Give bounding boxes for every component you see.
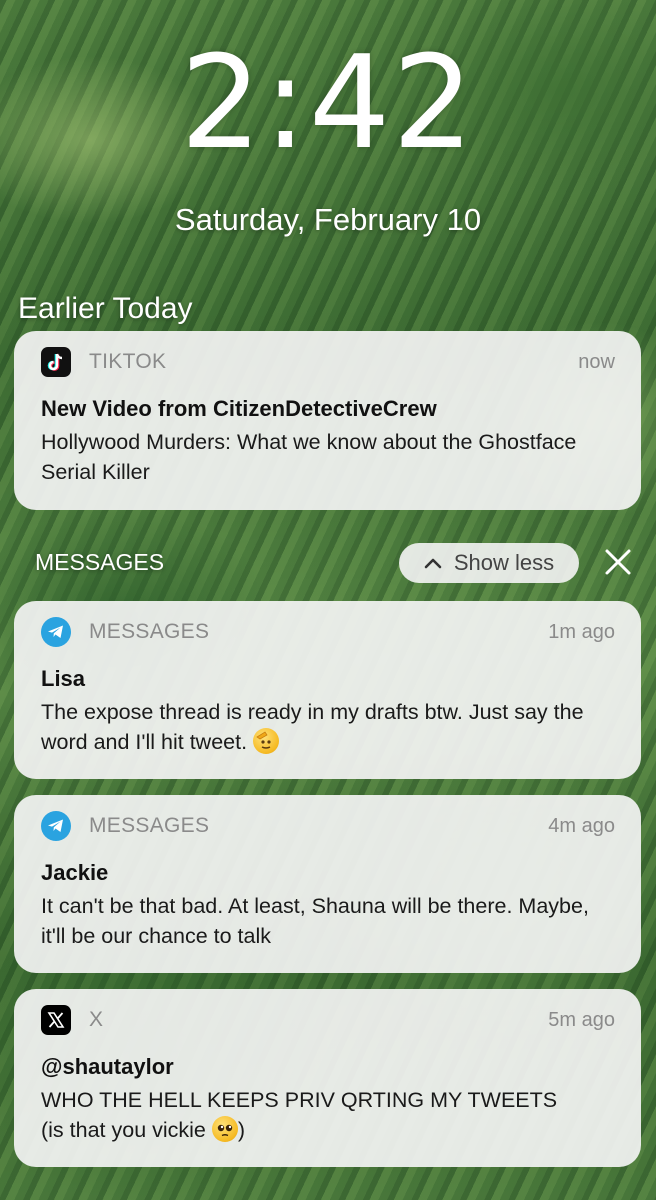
- messages-group-title: MESSAGES: [35, 549, 165, 575]
- message-notification-jackie[interactable]: MESSAGES 4m ago Jackie It can't be that …: [14, 795, 641, 973]
- app-name: MESSAGES: [89, 814, 210, 837]
- sender-name: Lisa: [41, 666, 86, 691]
- post-line-2: (is that you vickie ): [41, 1115, 615, 1145]
- app-name: MESSAGES: [89, 620, 210, 643]
- post-line-1: WHO THE HELL KEEPS PRIV QRTING MY TWEETS: [41, 1088, 558, 1112]
- telegram-icon: [41, 811, 71, 841]
- message-body: It can't be that bad. At least, Shauna w…: [41, 894, 589, 948]
- message-body: The expose thread is ready in my drafts …: [41, 697, 615, 757]
- lockscreen-clock: 2:42: [180, 29, 476, 178]
- notification-time: 5m ago: [548, 1008, 615, 1031]
- pleading-face-emoji: [211, 1116, 238, 1142]
- notification-time: now: [578, 350, 615, 373]
- notification-time: 1m ago: [548, 620, 615, 643]
- notification-body: Hollywood Murders: What we know about th…: [41, 430, 577, 484]
- tiktok-icon: [41, 347, 71, 377]
- tiktok-notification[interactable]: TIKTOK now New Video from CitizenDetecti…: [14, 331, 641, 510]
- x-handle: @shautaylor: [41, 1054, 174, 1079]
- x-logo-icon: [41, 1005, 71, 1035]
- close-icon[interactable]: [603, 547, 633, 577]
- message-notification-lisa[interactable]: MESSAGES 1m ago Lisa The expose thread i…: [14, 601, 641, 779]
- earlier-today-heading: Earlier Today: [18, 292, 193, 325]
- lockscreen-date: Saturday, February 10: [174, 202, 482, 237]
- show-less-label: Show less: [453, 550, 555, 575]
- notification-title: New Video from CitizenDetectiveCrew: [41, 396, 437, 421]
- telegram-icon: [41, 617, 71, 647]
- post-body: WHO THE HELL KEEPS PRIV QRTING MY TWEETS…: [41, 1085, 615, 1145]
- notification-time: 4m ago: [548, 814, 615, 837]
- post-line-2-text: (is that you vickie: [41, 1118, 206, 1142]
- show-less-button[interactable]: Show less: [399, 543, 579, 583]
- message-text: The expose thread is ready in my drafts …: [41, 700, 584, 754]
- x-notification[interactable]: X 5m ago @shautaylor WHO THE HELL KEEPS …: [14, 989, 641, 1167]
- app-name: X: [89, 1008, 104, 1031]
- saluting-face-emoji: [253, 728, 280, 754]
- chevron-up-icon: [424, 558, 442, 569]
- sender-name: Jackie: [41, 860, 109, 885]
- post-line-2-suffix: ): [237, 1118, 246, 1142]
- app-name: TIKTOK: [89, 350, 167, 373]
